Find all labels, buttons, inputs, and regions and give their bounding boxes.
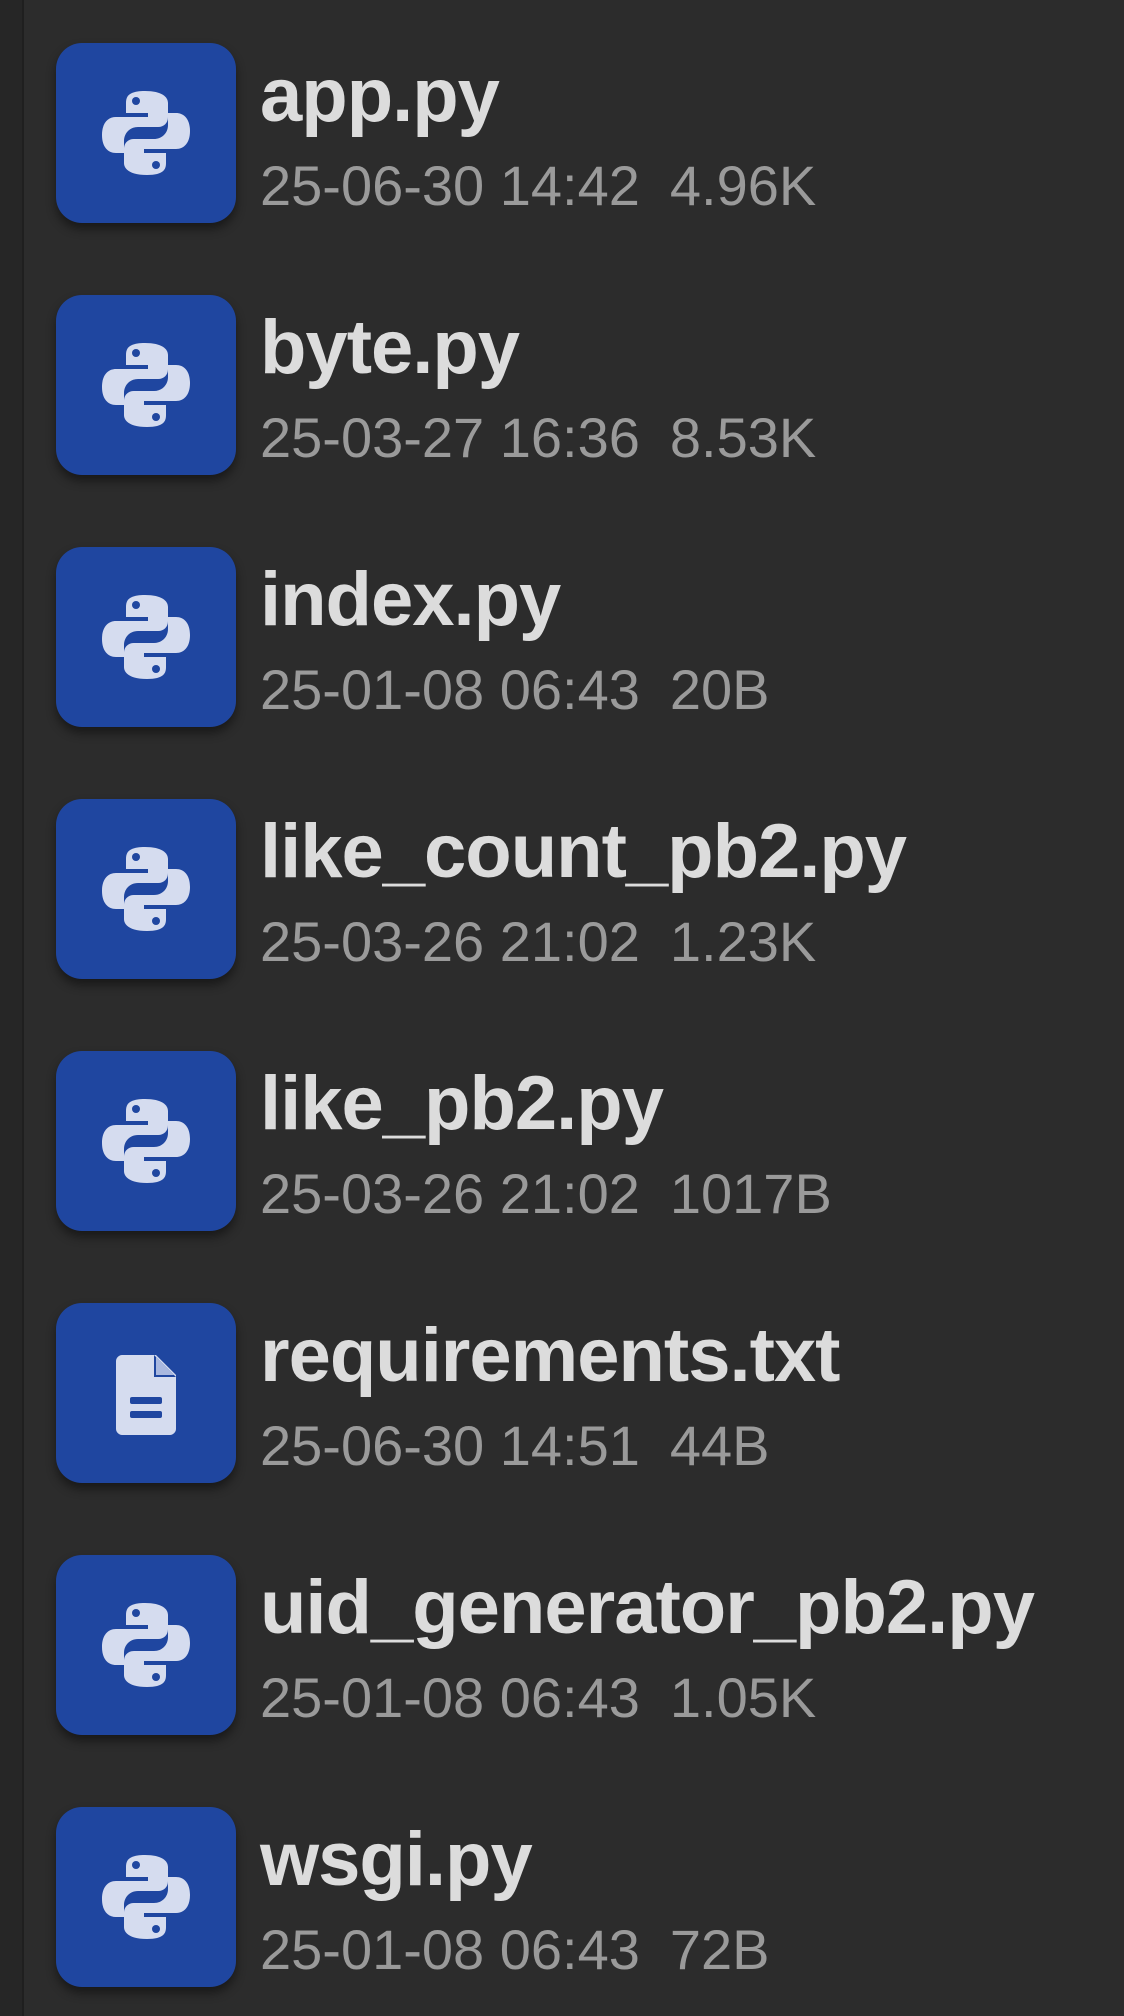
file-name: wsgi.py	[260, 1817, 533, 1902]
file-row[interactable]: like_count_pb2.py 25-03-26 21:02 1.23K	[22, 756, 1124, 1008]
python-icon	[56, 1051, 236, 1231]
file-name: index.py	[260, 557, 561, 642]
file-meta: 25-06-30 14:51 44B	[260, 1414, 770, 1478]
file-row[interactable]: wsgi.py 25-01-08 06:43 72B	[22, 1764, 1124, 2016]
file-meta: 25-03-26 21:02 1017B	[260, 1162, 832, 1226]
file-list: app.py 25-06-30 14:42 4.96K byte.py 25-03…	[0, 0, 1124, 2016]
file-date: 25-01-08 06:43	[260, 1666, 640, 1729]
file-row[interactable]: requirements.txt 25-06-30 14:51 44B	[22, 1260, 1124, 1512]
file-meta: 25-01-08 06:43 72B	[260, 1918, 770, 1982]
file-size: 20B	[669, 658, 770, 721]
file-row[interactable]: uid_generator_pb2.py 25-01-08 06:43 1.05K	[22, 1512, 1124, 1764]
file-size: 8.53K	[669, 406, 817, 469]
file-date: 25-01-08 06:43	[260, 658, 640, 721]
file-date: 25-06-30 14:42	[260, 154, 640, 217]
file-row[interactable]: app.py 25-06-30 14:42 4.96K	[22, 0, 1124, 252]
python-icon	[56, 1555, 236, 1735]
file-date: 25-03-26 21:02	[260, 910, 640, 973]
file-date: 25-06-30 14:51	[260, 1414, 640, 1477]
python-icon	[56, 1807, 236, 1987]
file-meta: 25-01-08 06:43 1.05K	[260, 1666, 816, 1730]
file-meta: 25-06-30 14:42 4.96K	[260, 154, 816, 218]
file-size: 72B	[669, 1918, 770, 1981]
file-size: 1017B	[669, 1162, 832, 1225]
file-meta: 25-03-27 16:36 8.53K	[260, 406, 816, 470]
file-row[interactable]: byte.py 25-03-27 16:36 8.53K	[22, 252, 1124, 504]
file-row[interactable]: like_pb2.py 25-03-26 21:02 1017B	[22, 1008, 1124, 1260]
python-icon	[56, 547, 236, 727]
file-meta: 25-03-26 21:02 1.23K	[260, 910, 816, 974]
file-size: 4.96K	[669, 154, 817, 217]
file-size: 44B	[669, 1414, 770, 1477]
file-name: app.py	[260, 53, 500, 138]
file-row[interactable]: index.py 25-01-08 06:43 20B	[22, 504, 1124, 756]
file-name: byte.py	[260, 305, 520, 390]
file-date: 25-03-26 21:02	[260, 1162, 640, 1225]
file-date: 25-01-08 06:43	[260, 1918, 640, 1981]
file-size: 1.05K	[669, 1666, 817, 1729]
python-icon	[56, 799, 236, 979]
file-name: requirements.txt	[260, 1313, 840, 1398]
file-name: like_count_pb2.py	[260, 809, 907, 894]
file-name: like_pb2.py	[260, 1061, 664, 1146]
file-meta: 25-01-08 06:43 20B	[260, 658, 770, 722]
file-date: 25-03-27 16:36	[260, 406, 640, 469]
python-icon	[56, 43, 236, 223]
python-icon	[56, 295, 236, 475]
file-manager-screen: app.py 25-06-30 14:42 4.96K byte.py 25-03…	[0, 0, 1124, 2016]
text-file-icon	[56, 1303, 236, 1483]
file-size: 1.23K	[669, 910, 817, 973]
file-name: uid_generator_pb2.py	[260, 1565, 1035, 1650]
